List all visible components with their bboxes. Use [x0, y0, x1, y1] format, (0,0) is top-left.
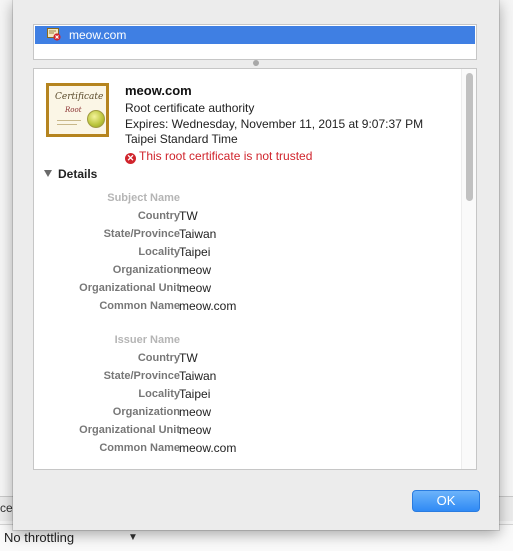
subject-common-name-value: meow.com	[179, 299, 237, 313]
subject-state-label: State/Province	[103, 228, 180, 240]
issuer-common-name-label: Common Name	[99, 442, 180, 454]
trust-warning: ✕ This root certificate is not trusted	[125, 149, 312, 164]
issuer-country-label: Country	[137, 352, 180, 364]
detail-scrollbar-thumb[interactable]	[466, 73, 473, 201]
issuer-locality-value: Taipei	[179, 387, 211, 401]
certificate-image: Certificate Root	[46, 83, 109, 137]
disclosure-triangle-icon	[44, 170, 52, 177]
issuer-organization-value: meow	[179, 405, 212, 419]
certificate-type: Root certificate authority	[125, 101, 255, 115]
certificate-sheet: meow.com Certificate Root meow.com Root …	[13, 0, 499, 530]
subject-state-value: Taiwan	[179, 227, 217, 241]
subject-common-name-label: Common Name	[99, 300, 180, 312]
issuer-organization-label: Organization	[112, 406, 180, 418]
issuer-org-unit-label: Organizational Unit	[79, 424, 180, 436]
subject-org-unit-value: meow	[179, 281, 212, 295]
certificate-image-title: Certificate	[55, 92, 104, 102]
issuer-org-unit-value: meow	[179, 423, 212, 437]
certificate-list-item-label: meow.com	[69, 28, 127, 42]
ok-button[interactable]: OK	[412, 490, 480, 512]
details-disclosure[interactable]: Details	[44, 167, 97, 181]
certificate-detail-pane: Certificate Root meow.com Root certifica…	[33, 68, 477, 470]
subject-name-heading: Subject Name	[107, 192, 180, 204]
certificate-image-subtitle: Root	[65, 106, 82, 114]
detail-scrollbar[interactable]	[461, 69, 476, 469]
throttling-label: No throttling	[4, 530, 75, 545]
issuer-locality-label: Locality	[138, 388, 180, 400]
certificate-untrusted-icon	[47, 28, 61, 41]
issuer-common-name-value: meow.com	[179, 441, 237, 455]
subject-country-label: Country	[137, 210, 180, 222]
certificate-list[interactable]: meow.com	[33, 24, 477, 60]
issuer-state-label: State/Province	[103, 370, 180, 382]
dropdown-arrow-icon: ▼	[128, 532, 138, 543]
certificate-list-item-selected[interactable]: meow.com	[35, 26, 475, 44]
certificate-expiry: Expires: Wednesday, November 11, 2015 at…	[125, 117, 424, 131]
issuer-state-value: Taiwan	[179, 369, 217, 383]
subject-organization-value: meow	[179, 263, 212, 277]
issuer-country-value: TW	[179, 351, 198, 365]
error-icon: ✕	[125, 153, 136, 164]
subject-locality-label: Locality	[138, 246, 180, 258]
issuer-name-heading: Issuer Name	[114, 334, 180, 346]
details-label: Details	[58, 167, 98, 181]
certificate-timezone: Taipei Standard Time	[125, 132, 238, 146]
trust-warning-text: This root certificate is not trusted	[139, 149, 313, 163]
split-view-handle[interactable]	[253, 60, 259, 66]
subject-locality-value: Taipei	[179, 245, 211, 259]
certificate-name: meow.com	[125, 83, 192, 98]
subject-org-unit-label: Organizational Unit	[79, 282, 180, 294]
subject-country-value: TW	[179, 209, 198, 223]
certificate-seal-icon	[87, 110, 105, 128]
subject-organization-label: Organization	[112, 264, 180, 276]
